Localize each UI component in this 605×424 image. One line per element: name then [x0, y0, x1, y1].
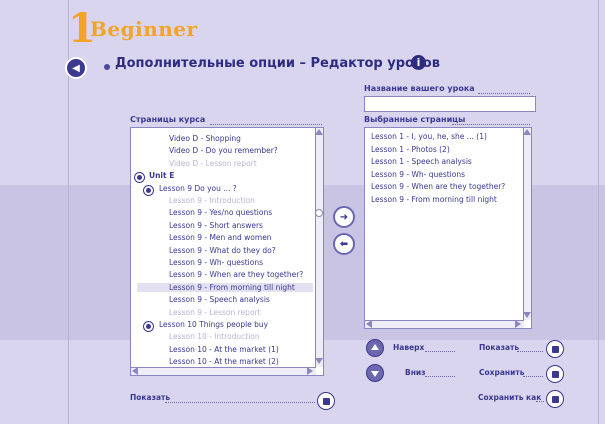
arrow-left-icon: ◀: [72, 62, 80, 74]
show-button[interactable]: [317, 392, 335, 410]
course-page-item[interactable]: Lesson 9 - Yes/no questions: [169, 208, 272, 217]
scroll-down-icon[interactable]: [523, 312, 531, 318]
horizontal-scrollbar[interactable]: [365, 320, 524, 328]
save-button[interactable]: [546, 365, 564, 383]
course-page-item[interactable]: Lesson 9 - Speech analysis: [169, 295, 270, 304]
vertical-scrollbar[interactable]: [523, 128, 531, 320]
course-page-item[interactable]: Lesson 9 - When are they together?: [169, 270, 303, 279]
page-title: Дополнительные опции – Редактор уроков: [115, 56, 440, 71]
selected-page-item[interactable]: Lesson 1 - I, you, he, she ... (1): [371, 132, 487, 141]
lesson-name-label: Название вашего урока: [364, 84, 475, 93]
dotted-divider: [210, 124, 322, 125]
level-name: Beginner: [90, 17, 198, 41]
selected-page-item[interactable]: Lesson 1 - Photos (2): [371, 145, 450, 154]
vertical-scrollbar[interactable]: [315, 128, 323, 367]
arrow-left-icon: ⬅: [339, 238, 349, 250]
expand-toggle-icon[interactable]: [143, 184, 154, 196]
selected-page-item[interactable]: Lesson 9 - Wh- questions: [371, 170, 465, 179]
course-pages-label: Страницы курса: [130, 115, 206, 124]
course-page-item[interactable]: Lesson 9 - Short answers: [169, 221, 263, 230]
scroll-up-icon[interactable]: [315, 129, 323, 135]
course-page-item[interactable]: Lesson 9 - Men and women: [169, 233, 272, 242]
square-icon: [551, 345, 559, 353]
dotted-divider: [425, 376, 455, 377]
course-page-item[interactable]: Lesson 9 - Lesson report: [169, 308, 261, 317]
course-page-item[interactable]: Lesson 9 - Introduction: [169, 196, 255, 205]
scroll-right-icon[interactable]: [515, 320, 521, 328]
course-page-item[interactable]: Lesson 9 - What do they do?: [169, 246, 276, 255]
scroll-up-icon[interactable]: [523, 129, 531, 135]
course-page-item[interactable]: Video D - Shopping: [169, 134, 241, 143]
save-label: Сохранить: [479, 368, 525, 377]
back-button[interactable]: ◀: [65, 57, 87, 79]
down-label: Вниз: [405, 368, 426, 377]
selected-pages-label: Выбранные страницы: [364, 115, 466, 124]
save-as-button[interactable]: [546, 390, 564, 408]
up-label: Наверх: [393, 343, 425, 352]
course-page-item[interactable]: Lesson 9 - From morning till night: [137, 282, 313, 292]
scroll-down-icon[interactable]: [315, 358, 323, 364]
course-page-item[interactable]: Lesson 9 - Wh- questions: [169, 258, 263, 267]
course-page-item[interactable]: Lesson 10 - At the market (2): [169, 357, 279, 366]
course-page-item[interactable]: Unit E: [149, 171, 174, 180]
show-right-button[interactable]: [546, 340, 564, 358]
add-page-button[interactable]: ➜: [333, 206, 355, 228]
info-icon[interactable]: i: [411, 55, 426, 70]
dotted-divider: [536, 401, 544, 402]
course-page-item[interactable]: Lesson 9 Do you ... ?: [159, 184, 237, 193]
square-icon: [322, 397, 330, 405]
save-as-label: Сохранить как: [478, 393, 542, 402]
dotted-divider: [425, 351, 455, 352]
show-label: Показать: [130, 393, 171, 402]
selected-page-item[interactable]: Lesson 9 - From morning till night: [371, 195, 497, 204]
dotted-divider: [517, 351, 543, 352]
save-icon: [551, 370, 559, 378]
bullet-icon: [104, 64, 110, 70]
remove-page-button[interactable]: ⬅: [333, 233, 355, 255]
dotted-divider: [452, 124, 530, 125]
save-icon: [551, 395, 559, 403]
horizontal-scrollbar[interactable]: [131, 367, 316, 375]
scroll-thumb[interactable]: [315, 209, 323, 217]
selected-page-item[interactable]: Lesson 9 - When are they together?: [371, 182, 505, 191]
app-frame: 1 Beginner ◀ Дополнительные опции – Реда…: [0, 0, 605, 424]
move-up-button[interactable]: [366, 339, 384, 357]
scroll-right-icon[interactable]: [307, 367, 313, 375]
lesson-name-input[interactable]: [364, 96, 536, 112]
expand-toggle-icon[interactable]: [143, 321, 154, 332]
course-page-item[interactable]: Lesson 10 - At the market (1): [169, 345, 279, 354]
selected-page-item[interactable]: Lesson 1 - Speech analysis: [371, 157, 472, 166]
arrow-right-icon: ➜: [339, 211, 349, 223]
scroll-left-icon[interactable]: [366, 320, 372, 328]
expand-toggle-icon[interactable]: [134, 172, 145, 184]
course-page-item[interactable]: Lesson 10 - Introduction: [169, 332, 260, 341]
course-page-item[interactable]: Video D - Lesson report: [169, 159, 257, 168]
divider-line: [598, 0, 599, 424]
scroll-left-icon[interactable]: [132, 367, 138, 375]
show-label: Показать: [479, 343, 520, 352]
course-pages-list[interactable]: Video D - Shopping Video D - Do you remem…: [130, 127, 324, 376]
dotted-divider: [478, 93, 530, 94]
dotted-divider: [523, 376, 543, 377]
dotted-divider: [165, 402, 315, 403]
selected-pages-list[interactable]: Lesson 1 - I, you, he, she ... (1) Lesson…: [364, 127, 532, 329]
course-page-item[interactable]: Video D - Do you remember?: [169, 146, 278, 155]
move-down-button[interactable]: [366, 364, 384, 382]
course-page-item[interactable]: Lesson 10 Things people buy: [159, 320, 268, 329]
